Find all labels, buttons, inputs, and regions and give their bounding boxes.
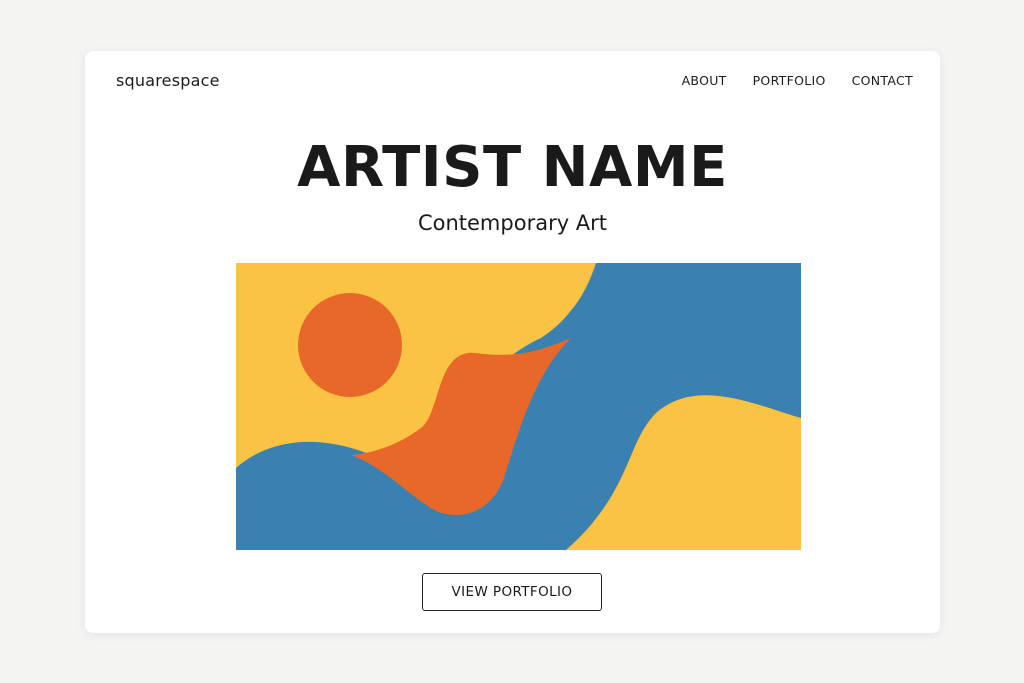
hero-artwork: [236, 263, 801, 550]
site-card: squarespace ABOUT PORTFOLIO CONTACT ARTI…: [85, 51, 940, 633]
hero-title: ARTIST NAME: [297, 135, 728, 200]
artwork-sun-circle: [298, 293, 402, 397]
nav-contact[interactable]: CONTACT: [852, 73, 913, 88]
hero-subtitle: Contemporary Art: [417, 211, 608, 235]
nav-portfolio[interactable]: PORTFOLIO: [753, 73, 826, 88]
main-nav: ABOUT PORTFOLIO CONTACT: [682, 73, 913, 88]
nav-about[interactable]: ABOUT: [682, 73, 727, 88]
view-portfolio-button[interactable]: VIEW PORTFOLIO: [422, 573, 602, 611]
brand-logo[interactable]: squarespace: [116, 71, 220, 90]
